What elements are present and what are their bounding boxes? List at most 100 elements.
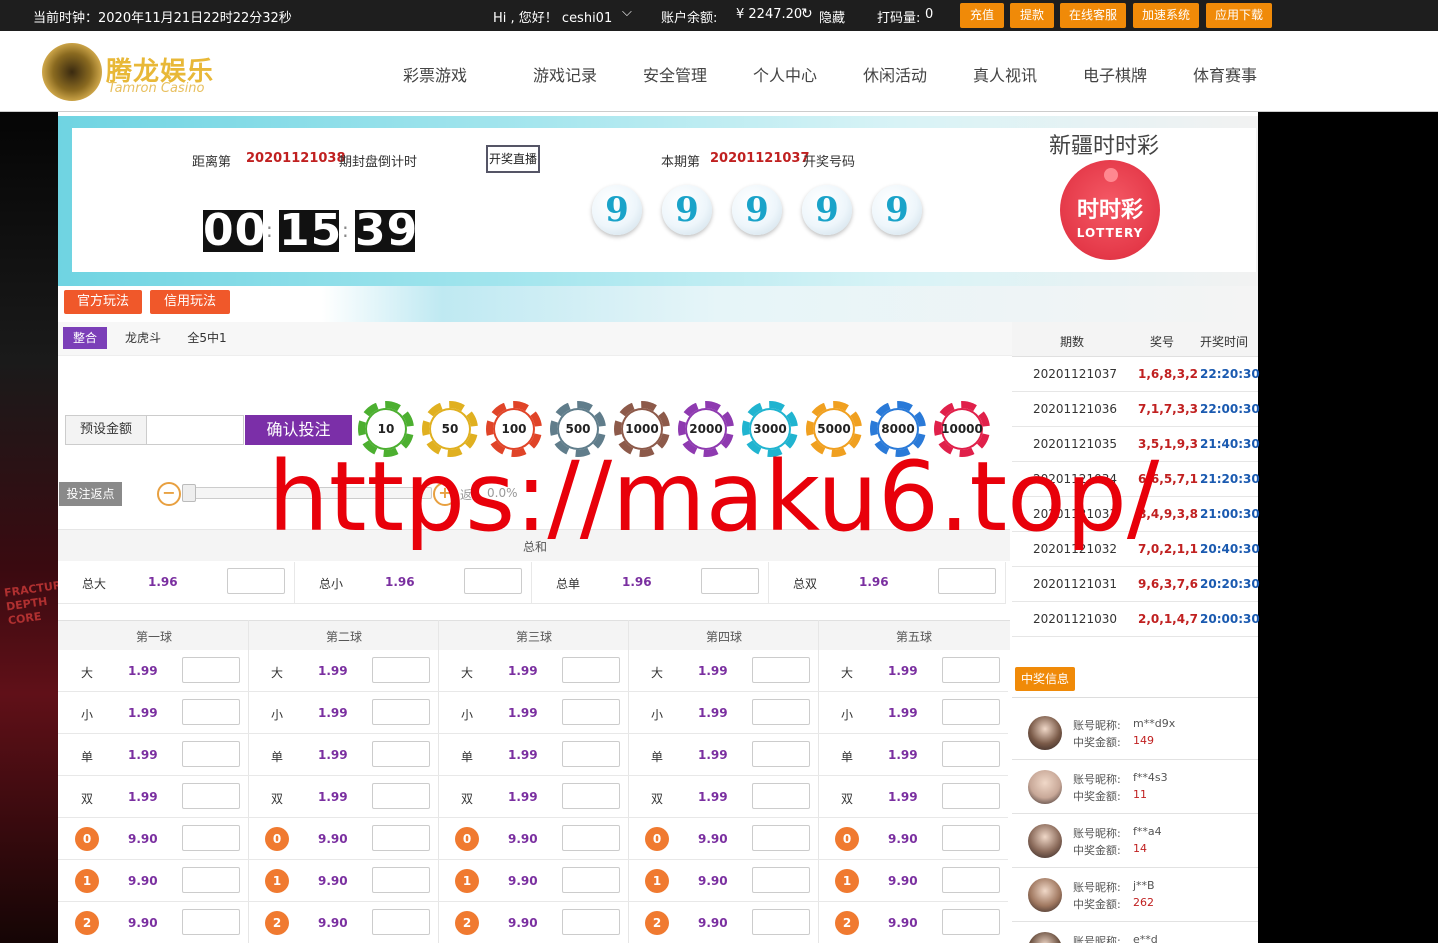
bet-amount-input[interactable]: [182, 867, 240, 893]
nav-sports[interactable]: 体育赛事: [1193, 62, 1257, 86]
bet-amount-input[interactable]: [372, 909, 430, 935]
bet-type-label: 双: [461, 792, 474, 806]
tab-integrated[interactable]: 整合: [63, 327, 107, 349]
bet-amount-input[interactable]: [752, 783, 810, 809]
number-ball: 1: [455, 869, 479, 893]
logo-en[interactable]: Tamron Casino: [108, 81, 205, 96]
nav-personal-center[interactable]: 个人中心: [753, 62, 817, 86]
bet-amount-input[interactable]: [562, 699, 620, 725]
greeting-text[interactable]: Hi , 您好！ ceshi01: [493, 7, 612, 26]
nav-security[interactable]: 安全管理: [643, 62, 707, 86]
bet-amount-input[interactable]: [182, 657, 240, 683]
slider-handle[interactable]: [182, 484, 196, 502]
bet-amount-input[interactable]: [752, 657, 810, 683]
history-time: 21:20:30: [1200, 472, 1260, 486]
official-play-tab[interactable]: 官方玩法: [64, 290, 142, 314]
accelerate-button[interactable]: 加速系统: [1133, 3, 1199, 28]
bet-amount-input[interactable]: [752, 867, 810, 893]
minus-icon[interactable]: −: [157, 482, 181, 506]
tab-dragon-tiger[interactable]: 龙虎斗: [118, 327, 168, 349]
logo-emblem-icon[interactable]: [42, 43, 102, 101]
winner-name-label: 账号昵称:: [1073, 719, 1121, 732]
bet-amount-input[interactable]: [752, 699, 810, 725]
play-mode-bar: [58, 286, 1258, 322]
bet-amount-input[interactable]: [752, 825, 810, 851]
bet-type-label: 双: [271, 792, 284, 806]
tab-all5-pick1[interactable]: 全5中1: [182, 327, 232, 349]
total-label: 总大: [82, 577, 107, 591]
bet-amount-input[interactable]: [182, 783, 240, 809]
total-bet-input[interactable]: [464, 568, 522, 594]
bet-amount-input[interactable]: [562, 825, 620, 851]
history-time: 22:00:30: [1200, 402, 1260, 416]
bet-amount-input[interactable]: [942, 783, 1000, 809]
bet-type-label: 大: [841, 666, 854, 680]
bet-type-label: 小: [651, 708, 664, 722]
bet-odds: 9.90: [888, 832, 918, 846]
bet-amount-input[interactable]: [182, 741, 240, 767]
bet-amount-input[interactable]: [372, 783, 430, 809]
bet-amount-input[interactable]: [372, 699, 430, 725]
total-odds: 1.96: [622, 575, 652, 589]
bet-amount-input[interactable]: [182, 909, 240, 935]
credit-play-tab[interactable]: 信用玩法: [150, 290, 230, 314]
watermark-text: https://maku6.top/: [268, 441, 1160, 553]
total-bet-input[interactable]: [227, 568, 285, 594]
bet-odds: 1.99: [508, 748, 538, 762]
total-label: 总小: [319, 577, 344, 591]
deposit-button[interactable]: 充值: [960, 3, 1004, 28]
nav-leisure[interactable]: 休闲活动: [863, 62, 927, 86]
rebate-button[interactable]: 投注返点: [59, 482, 122, 506]
bet-amount-input[interactable]: [372, 657, 430, 683]
bet-amount-input[interactable]: [562, 909, 620, 935]
bet-odds: 1.99: [698, 664, 728, 678]
bet-odds: 9.90: [128, 916, 158, 930]
winner-name: e**d: [1133, 933, 1158, 943]
bet-amount-input[interactable]: [942, 699, 1000, 725]
bet-amount-input[interactable]: [562, 657, 620, 683]
total-bet-input[interactable]: [938, 568, 996, 594]
nav-live-video[interactable]: 真人视讯: [973, 62, 1037, 86]
total-odds: 1.96: [859, 575, 889, 589]
app-download-button[interactable]: 应用下载: [1206, 3, 1272, 28]
withdraw-button[interactable]: 提款: [1010, 3, 1054, 28]
bet-amount-input[interactable]: [942, 867, 1000, 893]
chevron-down-icon[interactable]: ⌵: [622, 5, 632, 20]
bet-odds: 1.99: [888, 664, 918, 678]
online-service-button[interactable]: 在线客服: [1060, 3, 1126, 28]
bet-amount-input[interactable]: [372, 741, 430, 767]
bet-amount-input[interactable]: [372, 867, 430, 893]
winner-name: f**4s3: [1133, 771, 1168, 784]
nav-chess-cards[interactable]: 电子棋牌: [1083, 62, 1147, 86]
winner-amount: 262: [1133, 896, 1154, 909]
bet-amount-input[interactable]: [372, 825, 430, 851]
bet-amount-input[interactable]: [942, 909, 1000, 935]
live-draw-button[interactable]: 开奖直播: [486, 145, 540, 173]
bet-amount-input[interactable]: [562, 867, 620, 893]
bet-odds: 1.99: [128, 748, 158, 762]
avatar: [1028, 878, 1062, 912]
game-name: 新疆时时彩: [1049, 134, 1160, 159]
winners-tab[interactable]: 中奖信息: [1015, 667, 1075, 691]
bet-type-label: 大: [461, 666, 474, 680]
winner-item: 账号昵称:e**d中奖金额:: [1012, 922, 1258, 943]
hide-balance-link[interactable]: 隐藏: [819, 7, 845, 26]
bet-amount-input[interactable]: [752, 909, 810, 935]
bet-amount-input[interactable]: [942, 657, 1000, 683]
bet-amount-input[interactable]: [562, 783, 620, 809]
bet-amount-input[interactable]: [562, 741, 620, 767]
bet-odds: 1.99: [698, 706, 728, 720]
preset-amount-input[interactable]: [146, 415, 244, 445]
bet-amount-input[interactable]: [182, 825, 240, 851]
bet-amount-input[interactable]: [752, 741, 810, 767]
bet-amount-input[interactable]: [942, 741, 1000, 767]
bet-amount-input[interactable]: [942, 825, 1000, 851]
refresh-icon[interactable]: ↻: [801, 6, 813, 22]
nav-lottery[interactable]: 彩票游戏: [403, 62, 467, 86]
bet-odds: 1.99: [698, 790, 728, 804]
total-bet-input[interactable]: [701, 568, 759, 594]
lottery-dot-icon: [1104, 168, 1118, 182]
number-ball: 0: [645, 827, 669, 851]
nav-game-records[interactable]: 游戏记录: [533, 62, 597, 86]
bet-amount-input[interactable]: [182, 699, 240, 725]
